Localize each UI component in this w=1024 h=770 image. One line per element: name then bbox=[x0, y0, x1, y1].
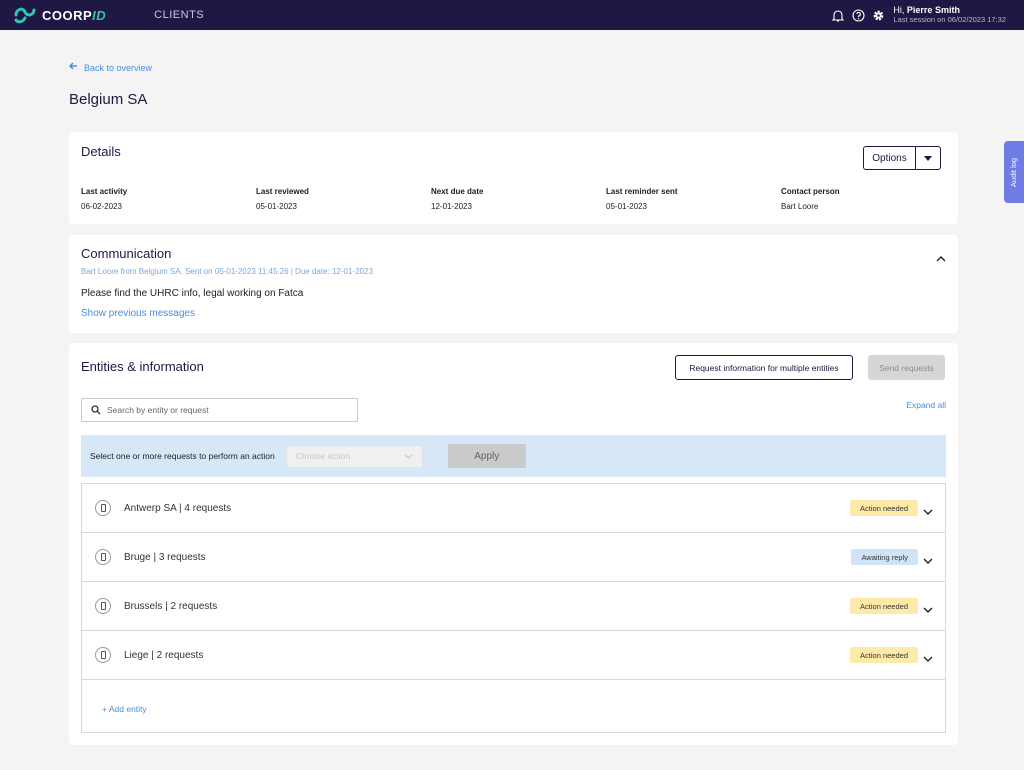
building-icon bbox=[95, 500, 111, 516]
chevron-down-icon[interactable] bbox=[923, 551, 933, 569]
detail-value: 06-02-2023 bbox=[81, 202, 122, 211]
brand-name: COORPID bbox=[42, 7, 107, 23]
building-icon bbox=[95, 647, 111, 663]
communication-title: Communication bbox=[81, 246, 172, 261]
options-label: Options bbox=[864, 147, 916, 169]
detail-last-reminder-sent: Last reminder sent 05-01-2023 bbox=[606, 187, 678, 211]
chevron-down-icon[interactable] bbox=[923, 502, 933, 520]
entity-name: Brussels | 2 requests bbox=[124, 600, 218, 612]
nav-clients[interactable]: CLIENTS bbox=[154, 9, 204, 21]
user-greeting: Hi, Pierre Smith bbox=[893, 5, 960, 15]
user-name: Pierre Smith bbox=[906, 5, 960, 15]
entity-name: Bruge | 3 requests bbox=[124, 551, 206, 563]
building-icon bbox=[95, 549, 111, 565]
help-icon[interactable] bbox=[851, 8, 865, 22]
back-link-label: Back to overview bbox=[84, 62, 153, 73]
detail-label: Last reminder sent bbox=[606, 187, 678, 196]
page-title: Belgium SA bbox=[69, 91, 148, 108]
apply-button[interactable]: Apply bbox=[447, 444, 526, 468]
details-card: Details Options Last activity 06-02-2023… bbox=[69, 132, 958, 224]
back-to-overview-link[interactable]: Back to overview bbox=[68, 62, 153, 73]
bulk-action-bar: Select one or more requests to perform a… bbox=[81, 435, 946, 477]
show-previous-messages-link[interactable]: Show previous messages bbox=[81, 308, 195, 319]
entity-name: Antwerp SA | 4 requests bbox=[124, 502, 232, 514]
choose-action-select[interactable]: Choose action bbox=[285, 444, 423, 468]
detail-last-reviewed: Last reviewed 05-01-2023 bbox=[256, 187, 309, 211]
bell-icon[interactable] bbox=[831, 8, 845, 22]
detail-value: Bart Loore bbox=[781, 202, 819, 211]
detail-label: Last activity bbox=[81, 187, 128, 196]
bulk-action-label: Select one or more requests to perform a… bbox=[90, 451, 275, 461]
search-icon bbox=[91, 405, 101, 415]
detail-value: 05-01-2023 bbox=[256, 202, 297, 211]
entity-row-liege[interactable]: Liege | 2 requests Action needed bbox=[82, 631, 945, 680]
chevron-down-icon[interactable] bbox=[923, 600, 933, 618]
gear-icon[interactable] bbox=[871, 8, 885, 22]
user-area: Hi, Pierre Smith Last session on 06/02/2… bbox=[825, 0, 1006, 30]
detail-value: 05-01-2023 bbox=[606, 202, 647, 211]
building-icon bbox=[95, 598, 111, 614]
chevron-down-icon[interactable] bbox=[923, 649, 933, 667]
entities-card: Entities & information Request informati… bbox=[69, 343, 958, 745]
status-badge: Action needed bbox=[850, 598, 918, 614]
audit-log-tab[interactable]: Audit log bbox=[1004, 141, 1024, 203]
request-multiple-entities-button[interactable]: Request information for multiple entitie… bbox=[675, 355, 853, 380]
entity-list: Antwerp SA | 4 requests Action needed Br… bbox=[81, 483, 946, 733]
entity-row-brussels[interactable]: Brussels | 2 requests Action needed bbox=[82, 582, 945, 631]
status-badge: Awaiting reply bbox=[851, 549, 918, 565]
choose-action-placeholder: Choose action bbox=[295, 451, 351, 461]
detail-label: Last reviewed bbox=[256, 187, 309, 196]
search-input[interactable] bbox=[107, 405, 347, 415]
options-button[interactable]: Options bbox=[863, 146, 941, 170]
entity-row-bruge[interactable]: Bruge | 3 requests Awaiting reply bbox=[82, 533, 945, 582]
communication-card: Communication Bart Loore from Belgium SA… bbox=[69, 235, 958, 333]
entity-search[interactable] bbox=[81, 398, 358, 422]
logo-icon bbox=[14, 7, 36, 24]
chevron-down-icon bbox=[404, 451, 413, 461]
status-badge: Action needed bbox=[850, 647, 918, 663]
add-entity-link[interactable]: + Add entity bbox=[102, 704, 147, 714]
detail-label: Contact person bbox=[781, 187, 840, 196]
detail-label: Next due date bbox=[431, 187, 484, 196]
communication-message: Please find the UHRC info, legal working… bbox=[81, 288, 304, 299]
entities-title: Entities & information bbox=[81, 359, 204, 374]
user-info[interactable]: Hi, Pierre Smith Last session on 06/02/2… bbox=[893, 5, 1006, 25]
arrow-left-icon bbox=[68, 62, 78, 73]
detail-value: 12-01-2023 bbox=[431, 202, 472, 211]
chevron-up-icon[interactable] bbox=[936, 249, 946, 267]
expand-all-link[interactable]: Expand all bbox=[906, 400, 946, 410]
detail-next-due-date: Next due date 12-01-2023 bbox=[431, 187, 483, 211]
entity-name: Liege | 2 requests bbox=[124, 649, 204, 661]
entity-row-antwerp[interactable]: Antwerp SA | 4 requests Action needed bbox=[82, 484, 945, 533]
detail-contact-person: Contact person Bart Loore bbox=[781, 187, 840, 211]
caret-down-icon[interactable] bbox=[916, 147, 940, 169]
top-navigation-bar: COORPID CLIENTS Hi, Pierre Smith Last se… bbox=[0, 0, 1024, 30]
status-badge: Action needed bbox=[850, 500, 918, 516]
communication-meta: Bart Loore from Belgium SA. Sent on 05-0… bbox=[81, 267, 373, 276]
brand-logo[interactable]: COORPID bbox=[14, 6, 106, 24]
details-title: Details bbox=[81, 144, 121, 159]
detail-last-activity: Last activity 06-02-2023 bbox=[81, 187, 127, 211]
audit-log-label: Audit log bbox=[1009, 157, 1019, 187]
send-requests-button[interactable]: Send requests bbox=[868, 355, 945, 380]
last-session: Last session on 06/02/2023 17:32 bbox=[893, 15, 1006, 24]
